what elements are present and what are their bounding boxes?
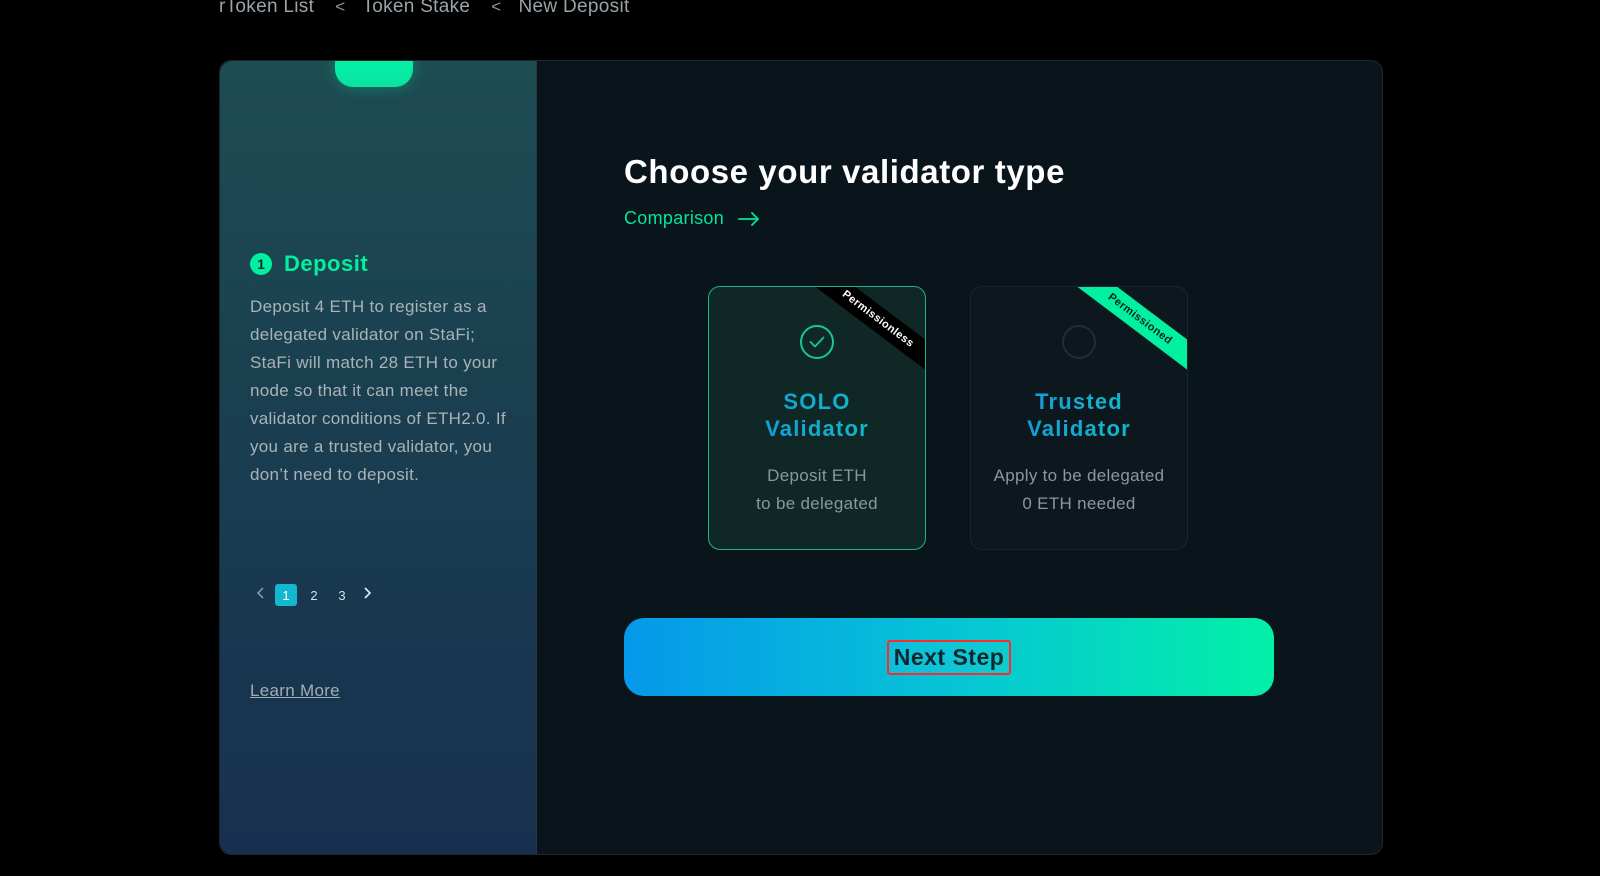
sidebar-notch	[335, 61, 413, 87]
breadcrumb-new-deposit: New Deposit	[518, 0, 630, 17]
step-header: 1 Deposit	[250, 251, 368, 277]
trusted-validator-description: Apply to be delegated 0 ETH needed	[971, 462, 1187, 518]
solo-validator-description: Deposit ETH to be delegated	[709, 462, 925, 518]
step-pager: 1 2 3	[250, 584, 378, 606]
card-title-line2: Validator	[1027, 416, 1131, 441]
page-title: Choose your validator type	[624, 153, 1066, 190]
solo-validator-title: SOLO Validator	[709, 388, 925, 442]
step-title: Deposit	[284, 251, 369, 276]
trusted-validator-card[interactable]: Permissioned Trusted Validator Apply to …	[970, 286, 1188, 550]
breadcrumb-rtoken-list[interactable]: rToken List	[219, 0, 314, 18]
page-button-2[interactable]: 2	[303, 584, 325, 606]
learn-more-link[interactable]: Learn More	[250, 681, 340, 701]
trusted-validator-title: Trusted Validator	[971, 388, 1187, 442]
card-desc-line2: to be delegated	[756, 494, 878, 513]
card-title-line1: Trusted	[1035, 389, 1123, 414]
step-number-badge: 1	[250, 253, 272, 275]
card-desc-line1: Deposit ETH	[767, 466, 867, 485]
step-sidebar: 1 Deposit Deposit 4 ETH to register as a…	[220, 61, 537, 854]
chevron-left-icon[interactable]	[250, 586, 272, 605]
page-button-3[interactable]: 3	[331, 584, 353, 606]
step-description: Deposit 4 ETH to register as a delegated…	[250, 297, 506, 484]
chevron-left-icon: <	[491, 0, 502, 16]
arrow-right-icon	[738, 211, 760, 226]
chevron-right-icon[interactable]	[356, 586, 378, 605]
solo-validator-card[interactable]: Permissionless SOLO Validator Deposit ET…	[708, 286, 926, 550]
comparison-link[interactable]: Comparison	[624, 208, 760, 229]
chevron-left-icon: <	[335, 0, 346, 16]
radio-empty-icon	[1062, 325, 1096, 359]
next-step-label: Next Step	[886, 639, 1012, 675]
check-icon	[800, 325, 834, 359]
deposit-panel: 1 Deposit Deposit 4 ETH to register as a…	[219, 60, 1383, 855]
page-button-1[interactable]: 1	[275, 584, 297, 606]
card-desc-line1: Apply to be delegated	[993, 466, 1165, 485]
card-title-line1: SOLO	[783, 389, 851, 414]
breadcrumb: rToken List < Token Stake < New Deposit	[219, 0, 630, 20]
comparison-label: Comparison	[624, 208, 725, 228]
breadcrumb-token-stake[interactable]: Token Stake	[362, 0, 470, 18]
card-title-line2: Validator	[765, 416, 869, 441]
next-step-button[interactable]: Next Step	[624, 618, 1274, 696]
card-desc-line2: 0 ETH needed	[1022, 494, 1136, 513]
